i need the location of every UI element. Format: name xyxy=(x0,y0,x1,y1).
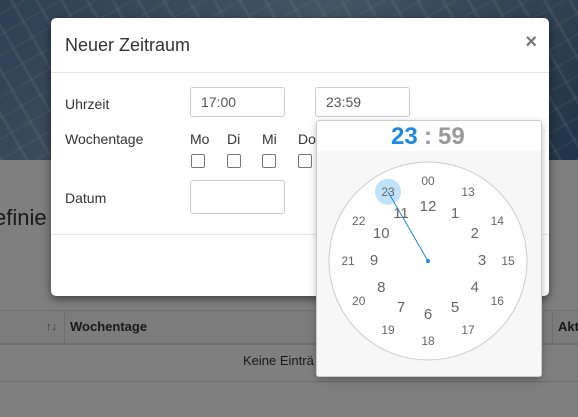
clock-hour-00[interactable]: 00 xyxy=(415,171,441,191)
clock-center-dot xyxy=(426,259,430,263)
weekday-checkbox-mo[interactable] xyxy=(191,154,205,168)
clock-hour-19[interactable]: 19 xyxy=(375,320,401,340)
weekday-checkbox-do[interactable] xyxy=(298,154,312,168)
clock-hour-12[interactable]: 12 xyxy=(415,197,441,217)
clock-hour-16[interactable]: 16 xyxy=(484,291,510,311)
clockpicker-body: 12 1 2 3 4 5 6 7 8 9 10 11 00 13 14 15 16 17 18 19 20 21 22 23 xyxy=(317,151,541,376)
clock-hour-17[interactable]: 17 xyxy=(455,320,481,340)
time-label: Uhrzeit xyxy=(65,96,110,112)
close-icon[interactable]: × xyxy=(525,32,537,52)
clock-hour-22[interactable]: 22 xyxy=(346,211,372,231)
clock-hour-15[interactable]: 15 xyxy=(495,251,521,271)
clock-hour-3[interactable]: 3 xyxy=(469,251,495,271)
clockpicker-separator: : xyxy=(424,123,432,150)
clockpicker-popover: 23 : 59 12 1 2 3 4 5 6 7 8 9 10 11 00 13 14 15 16 17 18 19 2… xyxy=(316,120,542,377)
clock-hour-20[interactable]: 20 xyxy=(346,291,372,311)
clock-hour-18[interactable]: 18 xyxy=(415,331,441,351)
clockpicker-time-display: 23 : 59 xyxy=(317,121,541,151)
weekday-label-mo: Mo xyxy=(190,131,210,147)
clock-hour-5[interactable]: 5 xyxy=(442,298,468,318)
clock-hour-7[interactable]: 7 xyxy=(388,298,414,318)
clockpicker-hour[interactable]: 23 xyxy=(391,123,418,151)
clock-hour-21[interactable]: 21 xyxy=(335,251,361,271)
weekday-label-do: Do xyxy=(298,131,316,147)
clock-hour-14[interactable]: 14 xyxy=(484,211,510,231)
date-input[interactable] xyxy=(190,180,285,214)
weekdays-label: Wochentage xyxy=(65,131,144,147)
dialog-title: Neuer Zeitraum xyxy=(65,35,191,55)
time-from-input[interactable]: 17:00 xyxy=(190,87,285,117)
weekday-label-di: Di xyxy=(227,131,241,147)
date-label: Datum xyxy=(65,190,107,206)
clockpicker-minute[interactable]: 59 xyxy=(438,123,465,151)
clock-hour-6[interactable]: 6 xyxy=(415,305,441,325)
clock-hour-9[interactable]: 9 xyxy=(361,251,387,271)
time-to-input[interactable]: 23:59 xyxy=(315,87,410,117)
clock-hour-8[interactable]: 8 xyxy=(368,278,394,298)
clock-hour-13[interactable]: 13 xyxy=(455,182,481,202)
weekday-checkbox-di[interactable] xyxy=(227,154,241,168)
clock-hour-10[interactable]: 10 xyxy=(368,224,394,244)
clock-hour-11[interactable]: 11 xyxy=(388,204,414,224)
weekday-checkbox-mi[interactable] xyxy=(262,154,276,168)
dialog-header: Neuer Zeitraum × xyxy=(51,18,549,73)
weekday-label-mi: Mi xyxy=(262,131,277,147)
clock-hour-1[interactable]: 1 xyxy=(442,204,468,224)
clock-dial[interactable]: 12 1 2 3 4 5 6 7 8 9 10 11 00 13 14 15 16 17 18 19 20 21 22 23 xyxy=(328,161,528,361)
clock-hour-23[interactable]: 23 xyxy=(375,182,401,202)
